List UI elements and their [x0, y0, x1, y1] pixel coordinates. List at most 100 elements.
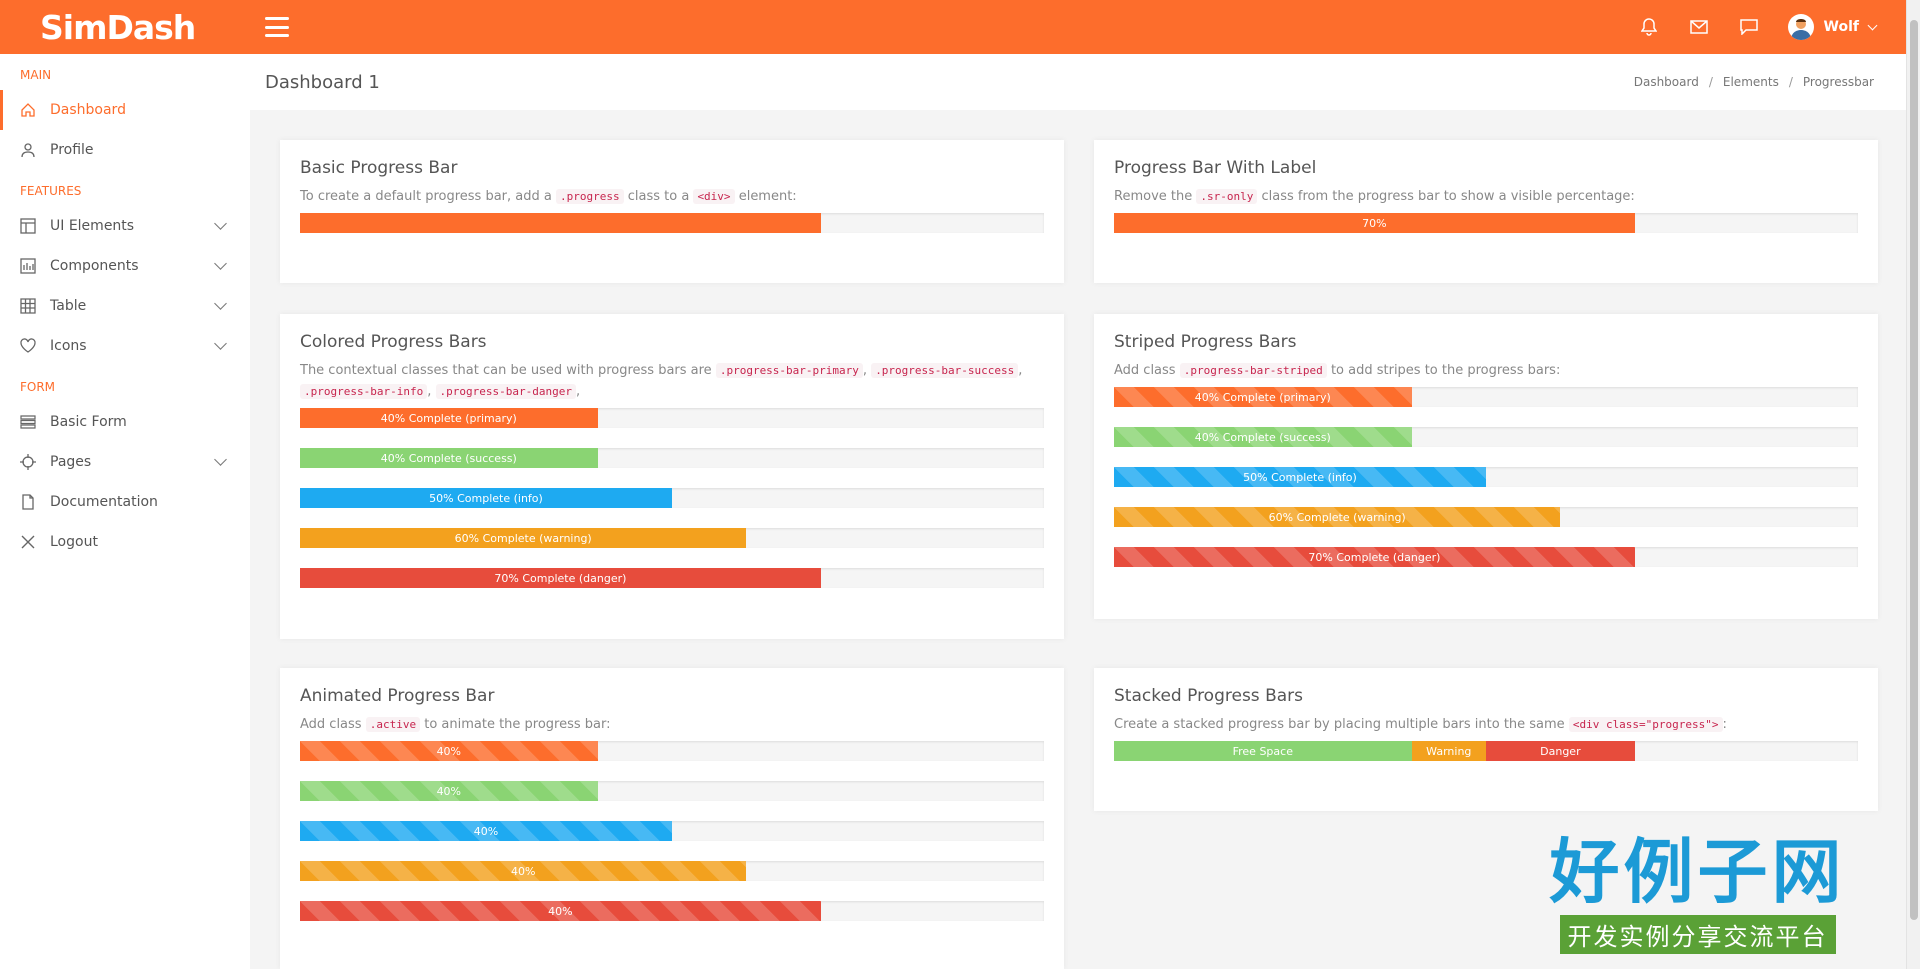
animated-progress-card: Animated Progress Bar Add class .active …	[280, 668, 1064, 969]
progress-bar: 70% Complete (danger)	[1114, 547, 1635, 567]
progress-track: 60% Complete (warning)	[1114, 507, 1858, 527]
chart-icon	[20, 258, 36, 274]
progress-bar: 40%	[300, 781, 598, 801]
file-icon	[20, 494, 36, 510]
chevron-down-icon	[214, 217, 227, 230]
top-navbar: SimDash Wolf	[0, 0, 1906, 54]
menu-toggle-icon[interactable]	[265, 17, 289, 37]
chevron-down-icon	[1867, 20, 1878, 30]
sidebar-section-title: MAIN	[20, 68, 52, 82]
breadcrumb-progressbar: Progressbar	[1802, 75, 1874, 89]
user-name: Wolf	[1823, 19, 1859, 35]
page-title: Dashboard 1	[265, 71, 380, 93]
progress-track: 40%	[300, 821, 1044, 841]
sidebar-item-table[interactable]: Table	[0, 286, 250, 326]
sidebar-item-label: Basic Form	[50, 414, 127, 430]
list-icon	[20, 414, 36, 430]
label-progress-card: Progress Bar With Label Remove the .sr-o…	[1094, 140, 1878, 283]
sidebar-item-basic-form[interactable]: Basic Form	[0, 402, 250, 442]
progress-track: 40% Complete (primary)	[1114, 387, 1858, 407]
progress-track: 40% Complete (success)	[1114, 427, 1858, 447]
progress-track: 50% Complete (info)	[1114, 467, 1858, 487]
card-description: To create a default progress bar, add a …	[300, 189, 797, 204]
progress-segment: Warning	[1411, 741, 1486, 761]
progress-track: 70%	[1114, 213, 1858, 233]
sidebar-item-label: Table	[50, 298, 87, 314]
grid-icon	[20, 298, 36, 314]
progress-bar: 70%	[1114, 213, 1635, 233]
card-description: The contextual classes that can be used …	[300, 363, 1023, 399]
crosshair-icon	[20, 454, 36, 470]
page-header: Dashboard 1 Dashboard / Elements / Progr…	[250, 54, 1906, 110]
card-title: Progress Bar With Label	[1114, 158, 1317, 178]
progress-bar: 40% Complete (success)	[300, 448, 598, 468]
progress-bar: 40%	[300, 741, 598, 761]
basic-progress-card: Basic Progress Bar To create a default p…	[280, 140, 1064, 283]
progress-segment: Free Space	[1114, 741, 1412, 761]
progress-track: 40%	[300, 781, 1044, 801]
colored-progress-card: Colored Progress Bars The contextual cla…	[280, 314, 1064, 639]
user-icon	[20, 142, 36, 158]
breadcrumb-dashboard[interactable]: Dashboard	[1634, 75, 1699, 89]
chat-icon[interactable]	[1724, 0, 1774, 54]
heart-icon	[20, 338, 36, 354]
chevron-down-icon	[214, 257, 227, 270]
progress-track: 60% Complete (warning)	[300, 528, 1044, 548]
card-title: Colored Progress Bars	[300, 332, 487, 352]
breadcrumb-elements[interactable]: Elements	[1723, 75, 1779, 89]
sidebar-item-ui-elements[interactable]: UI Elements	[0, 206, 250, 246]
progress-track: 40%	[300, 861, 1044, 881]
chevron-down-icon	[214, 337, 227, 350]
layout-icon	[20, 218, 36, 234]
sidebar-item-documentation[interactable]: Documentation	[0, 482, 250, 522]
card-title: Basic Progress Bar	[300, 158, 458, 178]
avatar	[1787, 14, 1814, 40]
progress-track: 50% Complete (info)	[300, 488, 1044, 508]
sidebar: MAIN Dashboard Profile FEATURES UI Elements C…	[0, 54, 250, 969]
striped-progress-card: Striped Progress Bars Add class .progres…	[1094, 314, 1878, 619]
card-description: Add class .progress-bar-striped to add s…	[1114, 363, 1561, 378]
progress-track: 40%	[300, 901, 1044, 921]
progress-bar: 40% Complete (success)	[1114, 427, 1412, 447]
progress-bar: 40%	[300, 861, 747, 881]
progress-track: Free Space Warning Danger	[1114, 741, 1858, 761]
progress-segment: Danger	[1485, 741, 1635, 761]
sidebar-item-label: Icons	[50, 338, 87, 354]
sidebar-item-label: Documentation	[50, 494, 158, 510]
progress-bar: 40% Complete (primary)	[1114, 387, 1412, 407]
progress-bar: 40% Complete (primary)	[300, 408, 598, 428]
home-icon	[20, 102, 36, 118]
breadcrumb-separator: /	[1708, 75, 1713, 89]
sidebar-item-pages[interactable]: Pages	[0, 442, 250, 482]
scrollbar-thumb[interactable]	[1910, 20, 1918, 920]
close-icon	[20, 534, 36, 550]
progress-track: 40% Complete (primary)	[300, 408, 1044, 428]
sidebar-section-title: FEATURES	[20, 184, 82, 198]
sidebar-item-profile[interactable]: Profile	[0, 130, 250, 170]
sidebar-item-components[interactable]: Components	[0, 246, 250, 286]
progress-track: 40%	[300, 741, 1044, 761]
stacked-progress-card: Stacked Progress Bars Create a stacked p…	[1094, 668, 1878, 811]
sidebar-item-label: Pages	[50, 454, 92, 470]
breadcrumb-separator: /	[1788, 75, 1793, 89]
progress-bar: 50% Complete (info)	[300, 488, 672, 508]
sidebar-item-label: Profile	[50, 142, 94, 158]
card-description: Remove the .sr-only class from the progr…	[1114, 189, 1635, 204]
progress-bar: 40%	[300, 901, 821, 921]
sidebar-item-dashboard[interactable]: Dashboard	[0, 90, 250, 130]
progress-track: 40% Complete (success)	[300, 448, 1044, 468]
progress-bar: 40%	[300, 821, 672, 841]
sidebar-item-label: UI Elements	[50, 218, 135, 234]
vertical-scrollbar[interactable]	[1906, 0, 1920, 969]
progress-bar: 60% Complete (warning)	[1114, 507, 1561, 527]
progress-track: 70% Complete (danger)	[1114, 547, 1858, 567]
user-menu[interactable]: Wolf	[1787, 14, 1878, 40]
mail-icon[interactable]	[1674, 0, 1724, 54]
sidebar-item-logout[interactable]: Logout	[0, 522, 250, 562]
progress-list: 40% 40% 40% 40% 40%	[300, 741, 1044, 921]
chevron-down-icon	[214, 453, 227, 466]
sidebar-item-icons[interactable]: Icons	[0, 326, 250, 366]
app-logo[interactable]: SimDash	[0, 8, 250, 47]
progress-track	[300, 213, 1044, 233]
bell-icon[interactable]	[1624, 0, 1674, 54]
